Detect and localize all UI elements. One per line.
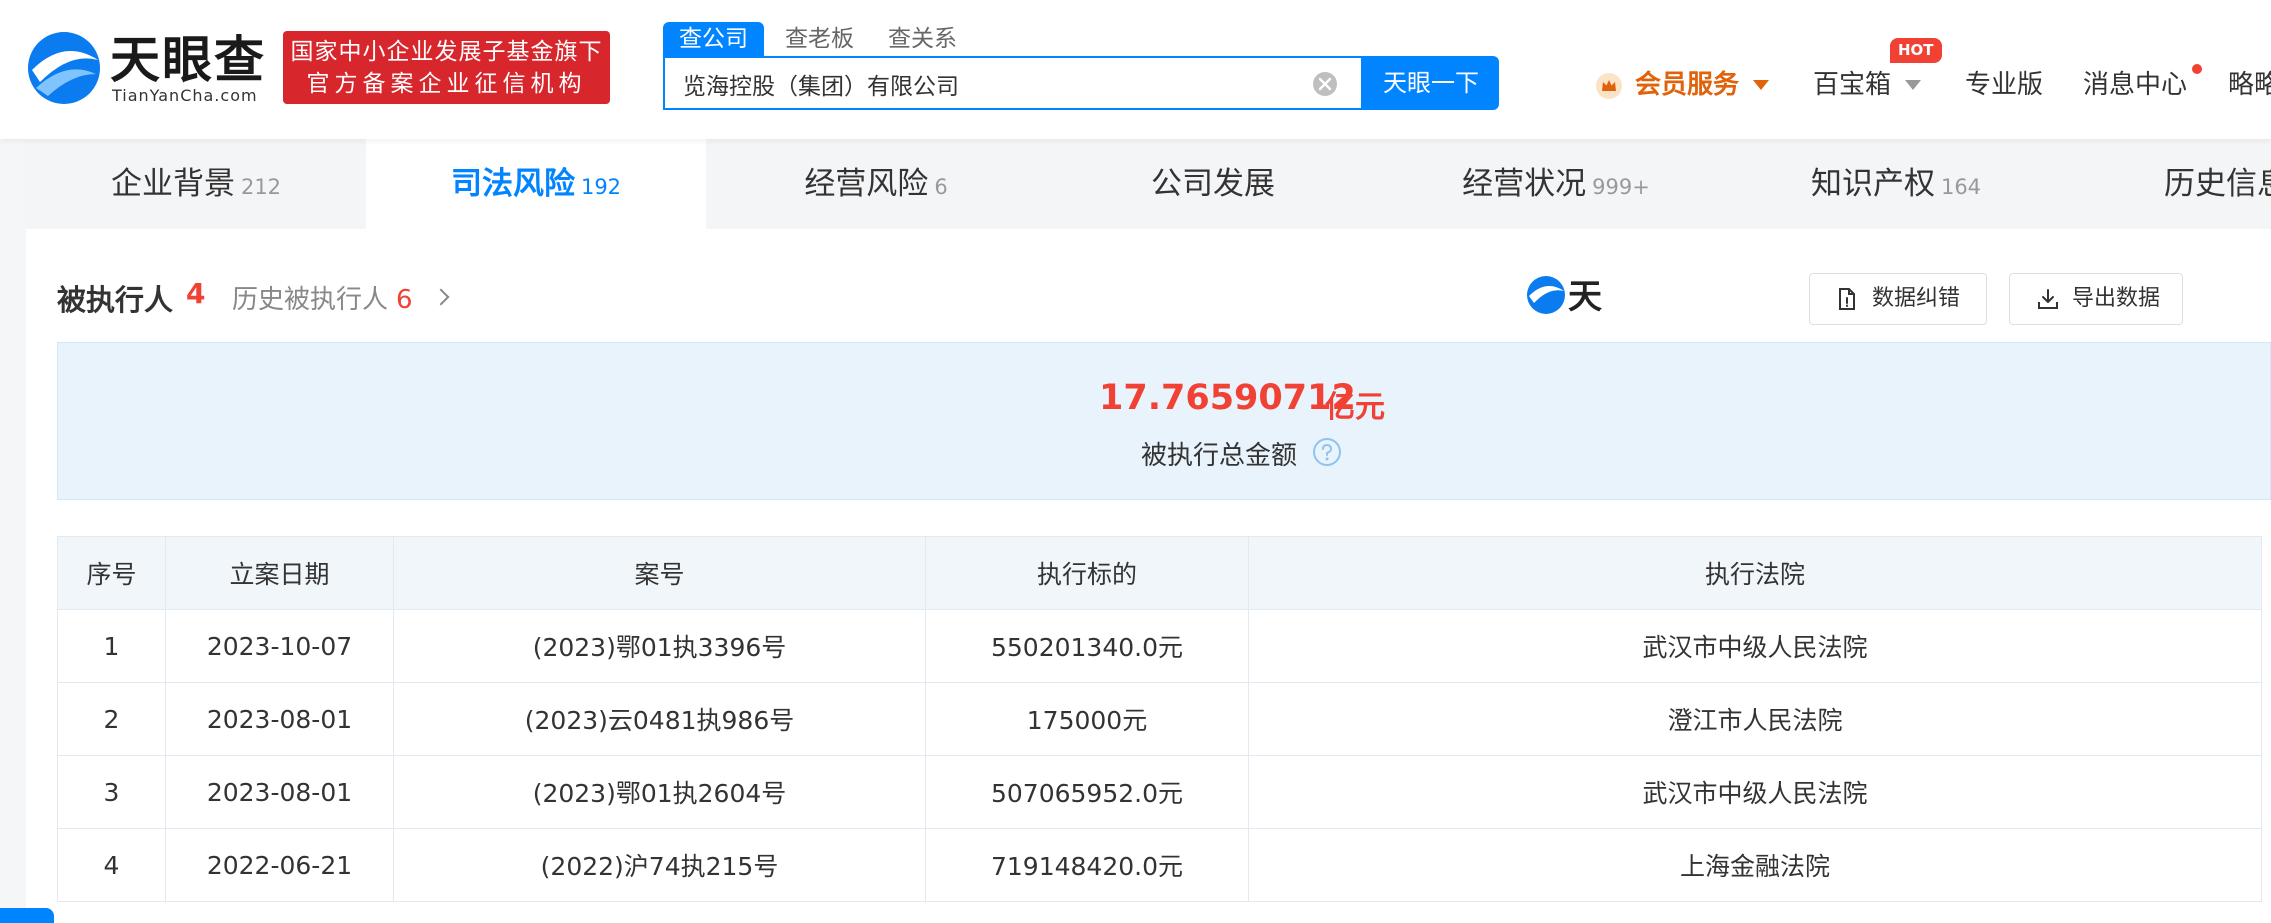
export-data-label: 导出数据 [2072, 286, 2161, 311]
execution-court: 上海金融法院 [1248, 828, 2262, 902]
filing-date: 2023-08-01 [165, 755, 394, 829]
section-count: 4 [186, 277, 206, 310]
tab-label: 公司发展 [1151, 166, 1275, 202]
message-center-link[interactable]: 消息中心 [2083, 58, 2187, 112]
execution-court: 武汉市中级人民法院 [1248, 755, 2262, 829]
data-correction-button[interactable]: 数据纠错 [1809, 273, 1987, 325]
column-header: 执行法院 [1248, 536, 2262, 610]
search-box [663, 56, 1363, 110]
vip-service-menu[interactable]: 会员服务 [1595, 58, 1775, 112]
table-row: 1 2023-10-07 (2023)鄂01执3396号 550201340.0… [57, 609, 2262, 683]
filing-date: 2022-06-21 [165, 828, 394, 902]
tab-intellectual-property[interactable]: 知识产权 164 [1726, 139, 2066, 229]
row-index: 1 [57, 609, 166, 683]
company-section-tabs: 企业背景 212 司法风险 192 经营风险 6 公司发展 经营状况 999+ 知识产权… [26, 139, 2271, 229]
tab-judicial-risk[interactable]: 司法风险 192 [366, 139, 706, 229]
section-title: 被执行人 [57, 283, 174, 317]
row-index: 2 [57, 682, 166, 756]
document-icon [1839, 288, 1855, 310]
column-header: 立案日期 [165, 536, 394, 610]
tab-count: 6 [934, 175, 948, 199]
vip-service-label: 会员服务 [1635, 70, 1740, 100]
tab-label: 历史信息 [2164, 166, 2271, 202]
execution-court: 澄江市人民法院 [1248, 682, 2262, 756]
clear-icon[interactable] [1312, 71, 1338, 97]
download-icon [2038, 289, 2058, 309]
main-content: 被执行人 4 历史被执行人 6 数据纠错 导出数据 天 17.76590712 亿… [26, 229, 2271, 923]
execution-amount: 719148420.0元 [925, 828, 1249, 902]
badge-line-2: 官方备案企业征信机构 [306, 71, 587, 97]
search-tab-boss[interactable]: 查老板 [785, 22, 854, 56]
tab-label: 经营风险 [804, 166, 929, 202]
tab-label: 知识产权 [1810, 166, 1935, 202]
vip-caret-down-icon [1753, 80, 1769, 90]
tab-count: 212 [240, 175, 282, 199]
column-header: 序号 [57, 536, 166, 610]
search-button[interactable]: 天眼一下 [1363, 56, 1499, 110]
tab-operating-status[interactable]: 经营状况 999+ [1386, 139, 1726, 229]
tab-label: 企业背景 [110, 166, 235, 202]
table-row: 3 2023-08-01 (2023)鄂01执2604号 507065952.0… [57, 755, 2262, 829]
crown-icon [1596, 73, 1622, 99]
tab-count: 164 [1940, 175, 1982, 199]
execution-amount: 507065952.0元 [925, 755, 1249, 829]
history-count: 6 [396, 285, 413, 315]
help-icon[interactable] [1312, 437, 1342, 467]
total-amount-unit: 亿元 [1325, 390, 1385, 425]
column-header: 案号 [393, 536, 926, 610]
execution-amount: 175000元 [925, 682, 1249, 756]
tab-history[interactable]: 历史信息 [2066, 139, 2271, 229]
tab-label: 司法风险 [450, 166, 575, 202]
tab-company-development[interactable]: 公司发展 [1046, 139, 1386, 229]
tianyancha-logo-icon [28, 32, 100, 104]
search-input[interactable] [681, 58, 1285, 110]
logo-english-text: TianYanCha.com [112, 86, 258, 105]
official-badge: 国家中小企业发展子基金旗下 官方备案企业征信机构 [283, 31, 610, 104]
case-number[interactable]: (2023)鄂01执3396号 [393, 609, 926, 683]
column-header: 执行标的 [925, 536, 1249, 610]
pro-version-link[interactable]: 专业版 [1965, 58, 2043, 112]
badge-line-1: 国家中小企业发展子基金旗下 [290, 39, 603, 65]
logo-chinese-text: 天眼查 [110, 31, 266, 89]
case-number[interactable]: (2023)鄂01执2604号 [393, 755, 926, 829]
unread-dot [2192, 64, 2202, 74]
toolbox-menu[interactable]: 百宝箱 [1813, 58, 1891, 112]
row-index: 3 [57, 755, 166, 829]
search-tab-company[interactable]: 查公司 [663, 22, 764, 56]
execution-amount: 550201340.0元 [925, 609, 1249, 683]
history-executed-link[interactable]: 历史被执行人 6 [232, 279, 413, 316]
top-header: 天眼查 TianYanCha.com 国家中小企业发展子基金旗下 官方备案企业征… [0, 0, 2271, 139]
row-index: 4 [57, 828, 166, 902]
toolbox-caret-down-icon [1905, 80, 1921, 90]
tab-count: 999+ [1592, 175, 1650, 199]
total-amount-summary: 17.76590712 亿元 被执行总金额 [57, 342, 2271, 500]
filing-date: 2023-10-07 [165, 609, 394, 683]
data-correction-label: 数据纠错 [1872, 286, 1961, 311]
table-row: 2 2023-08-01 (2023)云0481执986号 175000元 澄江… [57, 682, 2262, 756]
tab-operating-risk[interactable]: 经营风险 6 [706, 139, 1046, 229]
history-label: 历史被执行人 [232, 285, 389, 315]
back-to-top-handle[interactable] [0, 908, 54, 923]
table-row: 4 2022-06-21 (2022)沪74执215号 719148420.0元… [57, 828, 2262, 902]
search-tab-relation[interactable]: 查关系 [888, 22, 957, 56]
total-amount-label: 被执行总金额 [1141, 441, 1298, 471]
tab-background[interactable]: 企业背景 212 [26, 139, 366, 229]
total-amount-value: 17.76590712 [1099, 378, 1356, 418]
chevron-right-icon [432, 288, 450, 306]
tianyancha-small-logo-icon [1527, 276, 1565, 314]
tab-label: 经营状况 [1462, 166, 1587, 202]
execution-court: 武汉市中级人民法院 [1248, 609, 2262, 683]
more-link[interactable]: 略略 [2228, 58, 2271, 112]
case-number[interactable]: (2022)沪74执215号 [393, 828, 926, 902]
brand-text-fragment: 天 [1568, 277, 1602, 317]
executed-persons-table: 序号 立案日期 案号 执行标的 执行法院 1 2023-10-07 (2023)… [57, 536, 2262, 902]
table-header-row: 序号 立案日期 案号 执行标的 执行法院 [57, 536, 2262, 610]
site-logo[interactable]: 天眼查 TianYanCha.com [26, 30, 266, 106]
tab-count: 192 [580, 175, 622, 199]
filing-date: 2023-08-01 [165, 682, 394, 756]
hot-badge: HOT [1890, 38, 1942, 63]
export-data-button[interactable]: 导出数据 [2009, 273, 2183, 325]
case-number[interactable]: (2023)云0481执986号 [393, 682, 926, 756]
